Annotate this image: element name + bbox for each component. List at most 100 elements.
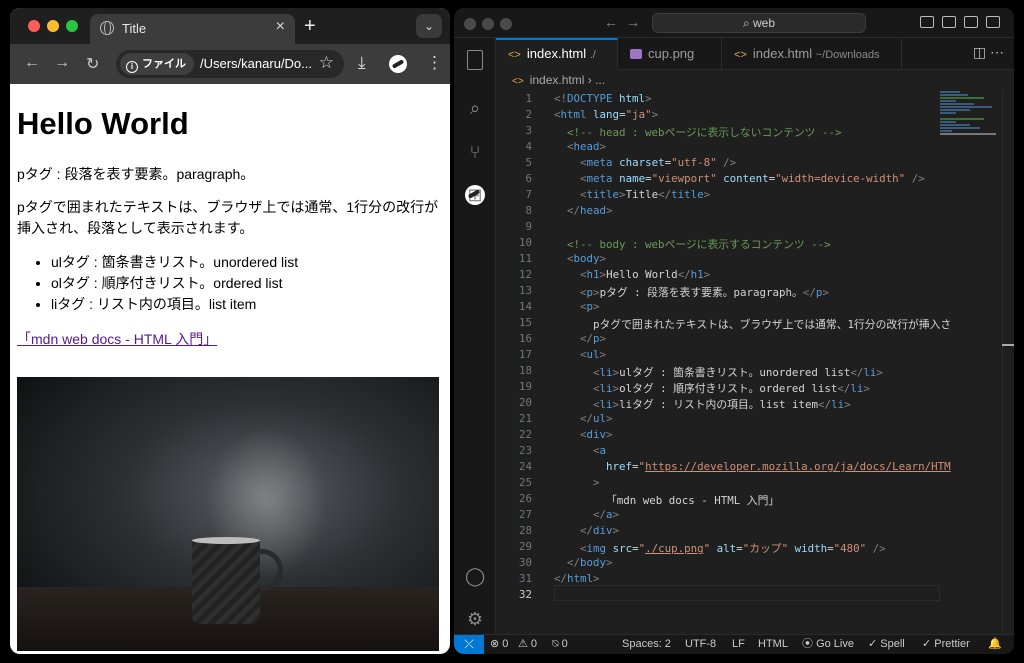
line-number: 22 — [518, 428, 532, 441]
line-number: 15 — [518, 316, 532, 329]
remote-indicator-icon[interactable]: ⤫ — [454, 635, 484, 654]
tab-label: index.html — [752, 46, 813, 61]
forward-arrow-icon[interactable]: → — [626, 14, 640, 30]
extension-icon[interactable] — [389, 55, 407, 73]
source-control-icon[interactable]: ⑂ — [465, 142, 485, 162]
go-live-label: Go Live — [816, 638, 854, 650]
new-tab-button[interactable]: + — [304, 15, 316, 38]
line-number: 29 — [518, 540, 532, 553]
code-line: <body> — [567, 252, 607, 265]
toggle-panel-icon[interactable] — [942, 16, 956, 28]
minimize-window-button[interactable] — [482, 18, 494, 30]
line-number: 28 — [518, 524, 532, 537]
code-editor[interactable]: 1 2 3 4 5 6 7 8 9 10 11 12 13 14 15 16 17 18 19 20 21 22 23 24 2… — [496, 90, 1014, 634]
bullet-list: ulタグ : 箇条書きリスト。unordered list olタグ : 順序付… — [51, 252, 443, 315]
code-line: href="https://developer.mozilla.org/ja/d… — [606, 460, 951, 473]
html-file-icon: <> — [734, 49, 747, 61]
line-number: 19 — [518, 380, 532, 393]
menu-icon[interactable]: ⋮ — [426, 53, 443, 73]
close-window-button[interactable] — [28, 20, 40, 32]
go-live-button[interactable]: ⦿ Go Live — [802, 635, 854, 654]
browser-tab[interactable]: Title × — [90, 14, 295, 44]
command-center-search[interactable]: ⌕ web — [652, 13, 866, 33]
back-button[interactable]: ← — [24, 54, 40, 72]
code-line: <head> — [567, 140, 607, 153]
search-icon[interactable]: ⌕ — [465, 98, 485, 118]
explorer-icon[interactable] — [467, 50, 483, 70]
spell-status[interactable]: ✓ Spell — [868, 635, 905, 654]
prettier-status[interactable]: ✓ Prettier — [922, 635, 970, 654]
warnings-count[interactable]: ⚠ 0 — [518, 635, 537, 654]
gear-icon[interactable]: ⚙ — [465, 609, 485, 629]
ports-count[interactable]: ⍉ 0 — [552, 635, 568, 654]
breadcrumb[interactable]: <> index.html › ... — [496, 70, 1014, 90]
tab-index-html-downloads[interactable]: <> index.html ~/Downloads — [722, 38, 902, 70]
browser-tab-bar: Title × + ⌄ — [10, 8, 450, 44]
code-line: <title>Title</title> — [580, 188, 711, 201]
bookmark-star-icon[interactable]: ☆ — [319, 53, 334, 73]
mdn-link[interactable]: 「mdn web docs - HTML 入門」 — [17, 329, 217, 349]
editor-tabs: <> index.html ./ cup.png <> index.html ~/D… — [496, 38, 1014, 70]
language-mode[interactable]: HTML — [758, 635, 788, 654]
site-info-chip[interactable]: i ファイル — [120, 53, 194, 75]
cup-image — [17, 377, 439, 651]
list-item: olタグ : 順序付きリスト。ordered list — [51, 273, 443, 294]
download-icon[interactable]: ⤓ — [358, 53, 366, 73]
code-line: <p>pタグ : 段落を表す要素。paragraph。</p> — [580, 286, 829, 299]
minimap[interactable] — [940, 90, 1000, 150]
list-item: liタグ : リスト内の項目。list item — [51, 294, 443, 315]
scrollbar-thumb[interactable] — [1002, 344, 1014, 346]
tab-cup-png[interactable]: cup.png — [618, 38, 722, 70]
code-line: </ul> — [580, 412, 613, 425]
code-line: </div> — [580, 524, 620, 537]
line-number: 8 — [525, 204, 532, 217]
toggle-secondary-sidebar-icon[interactable] — [964, 16, 978, 28]
account-icon[interactable]: ◯ — [465, 566, 485, 586]
address-bar[interactable]: i ファイル /Users/kanaru/Do... ☆ — [116, 50, 344, 78]
code-line: <h1>Hello World</h1> — [580, 268, 711, 281]
html-file-icon: <> — [508, 49, 521, 61]
web-page-content: Hello World pタグ : 段落を表す要素。paragraph。 pタグ… — [10, 106, 450, 654]
code-line: <html lang="ja"> — [554, 108, 659, 121]
cup-rim — [192, 537, 260, 544]
broadcast-icon: ⦿ — [802, 638, 817, 650]
close-window-button[interactable] — [464, 18, 476, 30]
breadcrumb-file[interactable]: index.html — [530, 73, 585, 87]
vertical-scrollbar[interactable] — [1002, 90, 1014, 634]
line-number: 32 — [518, 588, 532, 601]
browser-toolbar: ← → ↻ i ファイル /Users/kanaru/Do... ☆ ⤓ ⋮ — [10, 44, 450, 84]
toggle-sidebar-icon[interactable] — [920, 16, 934, 28]
line-number: 30 — [518, 556, 532, 569]
forward-button[interactable]: → — [54, 54, 70, 72]
minimize-window-button[interactable] — [47, 20, 59, 32]
split-editor-icon[interactable]: ◫ ⋯ — [973, 44, 1004, 61]
activity-bar: ⌕ ⑂ ⊞ ◯ ⚙ — [454, 38, 496, 634]
encoding-status[interactable]: UTF-8 — [685, 635, 716, 654]
indentation-status[interactable]: Spaces: 2 — [622, 635, 671, 654]
tab-path: ~/Downloads — [815, 49, 880, 61]
tab-index-html-active[interactable]: <> index.html ./ — [496, 38, 618, 70]
tab-close-icon[interactable]: × — [276, 18, 285, 36]
maximize-window-button[interactable] — [500, 18, 512, 30]
chip-label: ファイル — [142, 58, 186, 70]
back-arrow-icon[interactable]: ← — [604, 14, 618, 30]
customize-layout-icon[interactable] — [986, 16, 1000, 28]
paragraph-1: pタグ : 段落を表す要素。paragraph。 — [17, 166, 255, 182]
line-number: 10 — [518, 236, 532, 249]
current-line-highlight — [554, 585, 940, 601]
line-number: 11 — [518, 252, 532, 265]
line-number: 24 — [518, 460, 532, 473]
eol-status[interactable]: LF — [732, 635, 745, 654]
code-line: <!-- body : webページに表示するコンテンツ --> — [567, 238, 831, 251]
tab-search-button[interactable]: ⌄ — [416, 14, 442, 38]
code-line: <a — [593, 444, 607, 457]
errors-count[interactable]: ⊗ 0 — [490, 635, 508, 654]
code-line: </html> — [554, 572, 600, 585]
maximize-window-button[interactable] — [66, 20, 78, 32]
vscode-title-bar: ← → ⌕ web — [454, 8, 1014, 38]
reload-button[interactable]: ↻ — [86, 54, 99, 74]
breadcrumb-symbol[interactable]: ... — [595, 73, 605, 87]
bell-icon[interactable]: 🔔 — [988, 635, 1002, 654]
vscode-window: ← → ⌕ web ⌕ ⑂ ⊞ ◯ ⚙ <> index.html ./ cup.… — [454, 8, 1014, 654]
extensions-icon[interactable]: ⊞ — [465, 185, 485, 205]
